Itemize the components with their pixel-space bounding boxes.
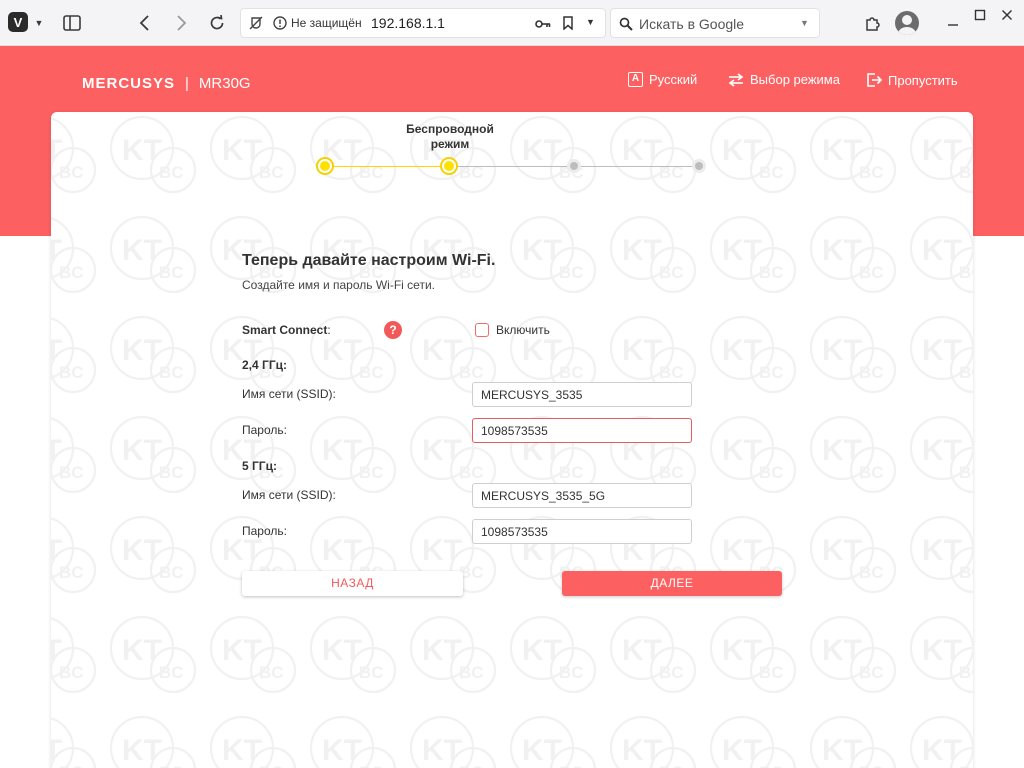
skip-label: Пропустить <box>888 72 958 88</box>
minimize-icon[interactable] <box>944 13 962 31</box>
model-name: MR30G <box>198 75 251 92</box>
mode-switch-icon <box>728 72 744 87</box>
language-label: Русский <box>649 72 698 87</box>
ssid-5-label: Имя сети (SSID): <box>242 488 336 502</box>
chevron-down-icon[interactable]: ▼ <box>800 18 809 28</box>
step-3-indicator <box>567 159 581 173</box>
panel-toggle-icon[interactable] <box>62 13 82 33</box>
skip-link[interactable]: Пропустить <box>866 72 958 88</box>
chevron-down-icon[interactable]: ▼ <box>33 15 45 31</box>
profile-avatar[interactable] <box>895 11 919 35</box>
smart-connect-label: Smart Connect: <box>242 323 331 337</box>
back-nav-icon[interactable] <box>134 13 154 33</box>
ssid-24-label: Имя сети (SSID): <box>242 387 336 401</box>
chevron-down-icon[interactable]: ▼ <box>586 17 595 27</box>
search-input[interactable]: Искать в Google <box>639 16 744 32</box>
page-title: Теперь давайте настроим Wi-Fi. <box>242 252 496 269</box>
password-24-label: Пароль: <box>242 423 287 437</box>
address-bar[interactable]: Не защищён 192.168.1.1 ▼ <box>240 8 606 38</box>
smart-connect-colon: : <box>327 323 331 337</box>
language-menu[interactable]: A Русский <box>628 72 697 87</box>
current-step-label: Беспроводной режим <box>406 122 494 151</box>
bookmark-icon[interactable] <box>563 16 573 35</box>
browser-toolbar: V ▼ Не защищён 192.168.1.1 ▼ Искать в Go… <box>0 0 1024 46</box>
password-24-input[interactable] <box>472 418 692 443</box>
search-icon <box>619 17 633 36</box>
forward-nav-icon[interactable] <box>172 13 192 33</box>
next-button[interactable]: ДАЛЕЕ <box>562 571 782 596</box>
back-button[interactable]: НАЗАД <box>242 571 463 596</box>
step-1-indicator <box>318 159 332 173</box>
blocker-icon[interactable] <box>249 16 263 35</box>
vivaldi-menu-icon[interactable]: V <box>8 12 28 32</box>
brand-logo: MERCUSYS <box>82 75 176 92</box>
step-2-indicator <box>442 159 456 173</box>
help-icon[interactable]: ? <box>384 321 402 339</box>
close-icon[interactable] <box>998 6 1016 24</box>
band-24-heading: 2,4 ГГц: <box>242 358 287 372</box>
ssid-24-input[interactable] <box>472 382 692 407</box>
password-5-label: Пароль: <box>242 524 287 538</box>
mode-select-link[interactable]: Выбор режима <box>728 72 840 87</box>
warning-icon[interactable] <box>273 16 287 35</box>
band-5-heading: 5 ГГц: <box>242 459 277 473</box>
url-text[interactable]: 192.168.1.1 <box>371 15 445 31</box>
router-setup-page: MERCUSYS | MR30G A Русский Выбор режима … <box>0 46 1024 768</box>
password-5-input[interactable] <box>472 519 692 544</box>
smart-connect-checkbox[interactable] <box>475 323 489 337</box>
extensions-icon[interactable] <box>862 12 884 34</box>
security-status[interactable]: Не защищён <box>291 16 362 30</box>
key-icon[interactable] <box>535 17 551 35</box>
brand-separator: | <box>185 75 189 92</box>
ssid-5-input[interactable] <box>472 483 692 508</box>
smart-connect-checkbox-label[interactable]: Включить <box>496 323 550 337</box>
step-4-indicator <box>692 159 706 173</box>
reload-icon[interactable] <box>207 13 227 33</box>
search-bar[interactable]: Искать в Google ▼ <box>610 8 820 38</box>
brand: MERCUSYS | MR30G <box>82 75 251 92</box>
setup-card: KT BC Беспроводной режим Теперь давайте … <box>51 112 973 768</box>
skip-icon <box>866 72 882 88</box>
language-icon: A <box>628 72 643 87</box>
maximize-icon[interactable] <box>971 6 989 24</box>
mode-select-label: Выбор режима <box>750 72 840 87</box>
smart-connect-name: Smart Connect <box>242 323 328 337</box>
progress-line-done <box>325 166 449 167</box>
page-subtitle: Создайте имя и пароль Wi-Fi сети. <box>242 278 435 292</box>
